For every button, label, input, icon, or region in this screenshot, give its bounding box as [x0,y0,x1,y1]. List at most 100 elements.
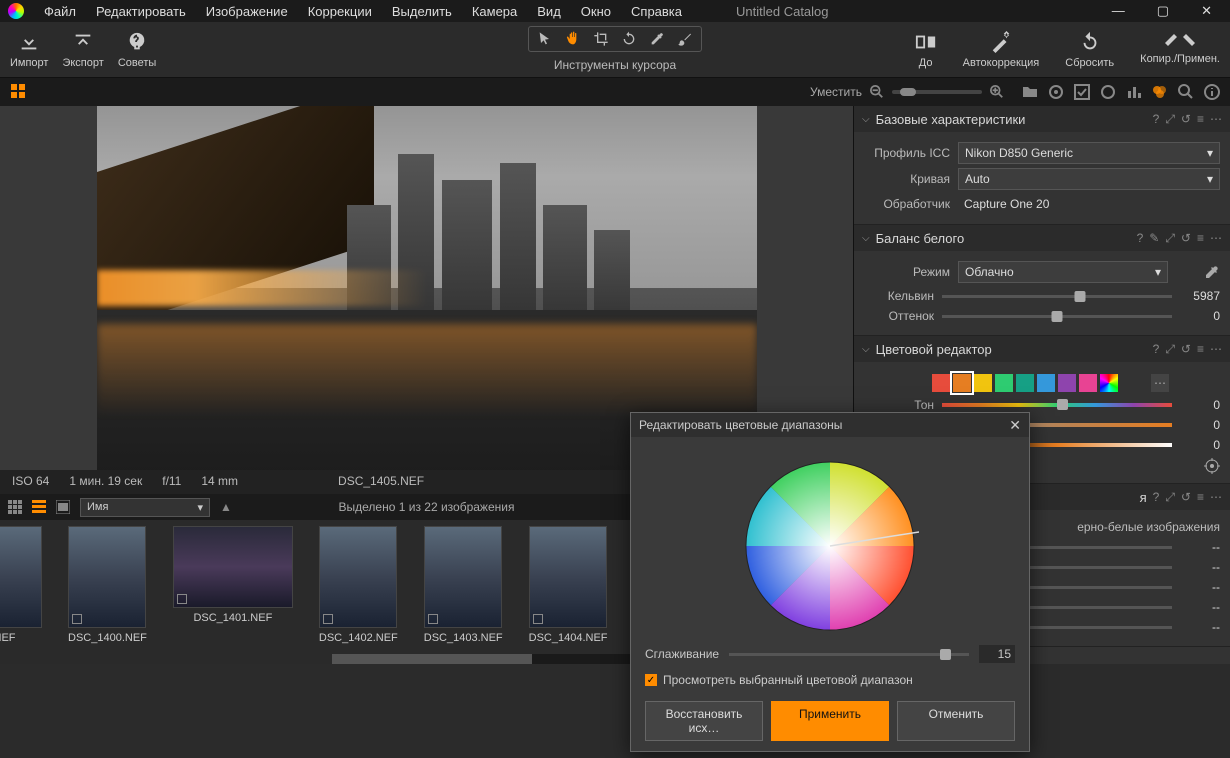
smoothing-label: Сглаживание [645,647,719,661]
thumb-3[interactable]: DSC_1403.NEF [424,526,503,644]
before-after-button[interactable]: До [915,31,937,69]
zoom-slider[interactable] [892,90,982,94]
smoothing-slider[interactable] [729,653,969,656]
menu-icon[interactable]: ≡ [1197,112,1204,127]
app-logo [8,3,24,19]
menu-adjust[interactable]: Коррекции [298,1,382,22]
menu-file[interactable]: Файл [34,1,86,22]
tint-slider[interactable] [942,315,1172,318]
smoothing-value[interactable]: 15 [979,645,1015,663]
export-button[interactable]: Экспорт [62,31,103,69]
color-wheel[interactable] [741,457,919,635]
menu-camera[interactable]: Камера [462,1,527,22]
pointer-icon[interactable] [537,31,553,47]
sort-select[interactable]: Имя▾ [80,498,210,517]
advice-button[interactable]: Советы [118,31,156,69]
eyedropper-icon[interactable] [649,31,665,47]
zoom-out-icon[interactable] [870,85,884,99]
swatch-2[interactable] [974,374,992,392]
color-swatches: ⋯ [932,374,1220,392]
thumb-2[interactable]: DSC_1402.NEF [319,526,398,644]
apply-button[interactable]: Применить [771,701,889,741]
wb-panel-header[interactable]: ⌵Баланс белого?✎⤢↺≡⋯ [854,225,1230,251]
dialog-title: Редактировать цветовые диапазоны [639,418,842,432]
grid-icon[interactable] [8,500,22,514]
capture-icon[interactable] [1048,84,1064,100]
brush-icon[interactable] [677,31,693,47]
wb-eyedropper-icon[interactable] [1204,264,1220,280]
selection-count: Выделено 1 из 22 изображения [339,500,515,514]
list-icon[interactable] [32,500,46,514]
menu-window[interactable]: Окно [571,1,621,22]
cursor-label: Инструменты курсора [554,58,676,72]
thumb-prev[interactable]: .NEF [0,526,42,644]
exposure-label: 1 мин. 19 сек [69,474,142,490]
menu-view[interactable]: Вид [527,1,571,22]
hand-icon[interactable] [565,31,581,47]
import-button[interactable]: Импорт [10,31,48,69]
target-icon[interactable] [1204,458,1220,474]
menu-edit[interactable]: Редактировать [86,1,196,22]
thumb-4[interactable]: DSC_1404.NEF [529,526,608,644]
maximize-icon[interactable]: ▢ [1147,0,1179,22]
close-icon[interactable]: ✕ [1191,0,1222,22]
sort-dir-icon[interactable]: ▲ [220,500,232,514]
copy-apply-button[interactable]: Копир./Примен. [1140,31,1220,65]
info-icon[interactable] [1204,84,1220,100]
menu-help[interactable]: Справка [621,1,692,22]
circle-icon[interactable] [1100,84,1116,100]
swatch-6[interactable] [1058,374,1076,392]
check-icon[interactable] [1074,84,1090,100]
swatch-8[interactable] [1100,374,1118,392]
filmstrip-icon[interactable] [56,500,70,514]
reset-button[interactable]: Сбросить [1065,31,1114,69]
menu-image[interactable]: Изображение [196,1,298,22]
filename-label: DSC_1405.NEF [338,474,424,490]
icc-select[interactable]: Nikon D850 Generic▾ [958,142,1220,164]
iso-label: ISO 64 [12,474,49,490]
zoom-fit-label[interactable]: Уместить [810,85,862,99]
swatch-5[interactable] [1037,374,1055,392]
fstop-label: f/11 [162,474,181,490]
search-icon[interactable] [1178,84,1194,100]
zoom-in-icon[interactable] [990,85,1004,99]
swatch-7[interactable] [1079,374,1097,392]
crop-icon[interactable] [593,31,609,47]
color-range-dialog: Редактировать цветовые диапазоны ✕ [630,412,1030,752]
main-toolbar: Импорт Экспорт Советы Инструменты курсор… [0,22,1230,78]
focal-label: 14 mm [201,474,238,490]
cancel-button[interactable]: Отменить [897,701,1015,741]
viewer-bar: Уместить [0,78,1230,106]
expand-icon[interactable]: ⤢ [1165,112,1175,127]
thumb-1[interactable]: DSC_1401.NEF [173,526,293,624]
thumb-0[interactable]: DSC_1400.NEF [68,526,147,644]
swatch-options[interactable]: ⋯ [1151,374,1169,392]
hue-slider[interactable] [942,403,1172,407]
histogram-icon[interactable] [1126,84,1142,100]
swatch-1[interactable] [953,374,971,392]
adjust-tabs [1022,84,1220,100]
curve-select[interactable]: Auto▾ [958,168,1220,190]
wb-mode-select[interactable]: Облачно▾ [958,261,1168,283]
kelvin-slider[interactable] [942,295,1172,298]
help-icon[interactable]: ? [1153,112,1160,127]
swatch-4[interactable] [1016,374,1034,392]
cursor-tools: Инструменты курсора [528,26,702,72]
catalog-title: Untitled Catalog [726,1,839,22]
swatch-0[interactable] [932,374,950,392]
reset-icon[interactable]: ↺ [1181,112,1191,127]
menu-select[interactable]: Выделить [382,1,462,22]
minimize-icon[interactable]: — [1102,0,1135,22]
base-panel-header[interactable]: ⌵Базовые характеристики?⤢↺≡⋯ [854,106,1230,132]
color-editor-header[interactable]: ⌵Цветовой редактор?⤢↺≡⋯ [854,336,1230,362]
grid-view-icon[interactable] [10,83,28,101]
autocorrect-button[interactable]: Автокоррекция [963,31,1040,69]
restore-button[interactable]: Восстановить исх… [645,701,763,741]
library-icon[interactable] [1022,84,1038,100]
swatch-3[interactable] [995,374,1013,392]
engine-value: Capture One 20 [958,194,1055,214]
rotate-icon[interactable] [621,31,637,47]
preview-checkbox[interactable]: ✓Просмотреть выбранный цветовой диапазон [645,673,1015,687]
dialog-close-icon[interactable]: ✕ [1009,417,1021,434]
color-icon[interactable] [1152,84,1168,100]
